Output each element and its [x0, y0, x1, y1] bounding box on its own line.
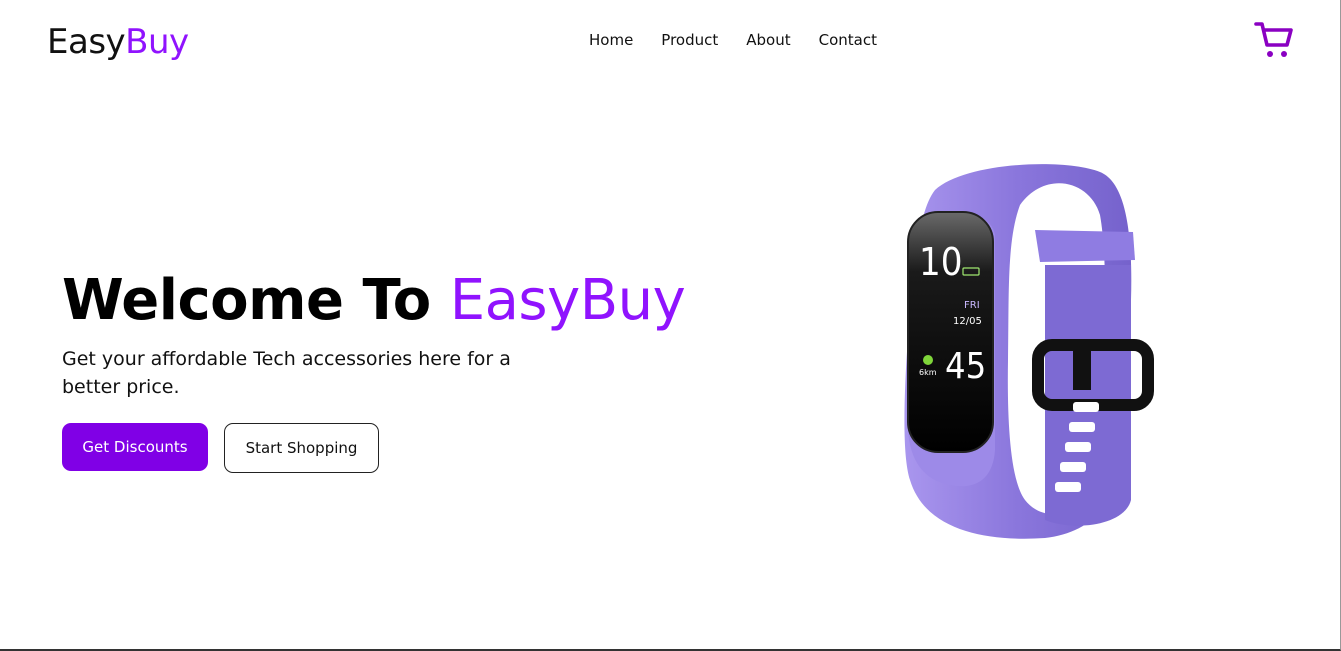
- screen-hour: 10: [919, 240, 963, 284]
- main-nav: Home Product About Contact: [589, 31, 877, 49]
- logo-text-buy: Buy: [125, 22, 189, 62]
- nav-product[interactable]: Product: [661, 31, 718, 49]
- logo-text-easy: Easy: [47, 22, 126, 62]
- nav-contact[interactable]: Contact: [819, 31, 877, 49]
- start-shopping-button[interactable]: Start Shopping: [224, 423, 379, 473]
- nav-about[interactable]: About: [746, 31, 790, 49]
- screen-minutes: 45: [945, 346, 986, 387]
- screen-distance: 6km: [919, 368, 937, 377]
- get-discounts-button[interactable]: Get Discounts: [62, 423, 208, 471]
- screen-date: 12/05: [953, 316, 982, 327]
- hero-subtitle: Get your affordable Tech accessories her…: [62, 348, 511, 398]
- fitness-band-image: 10 FRI 12/05 45 6km: [904, 164, 1154, 539]
- nav-home[interactable]: Home: [589, 31, 633, 49]
- hero-title: Welcome To EasyBuy: [62, 268, 686, 333]
- screen-day: FRI: [964, 300, 980, 311]
- hero-title-welcome: Welcome To: [62, 268, 450, 333]
- hero-title-brand: EasyBuy: [449, 268, 686, 333]
- cart-button[interactable]: [1253, 20, 1293, 60]
- landing-page: EasyBuy Home Product About Contact Welco…: [0, 0, 1341, 651]
- logo[interactable]: EasyBuy: [47, 22, 189, 62]
- cart-icon: [1254, 22, 1293, 57]
